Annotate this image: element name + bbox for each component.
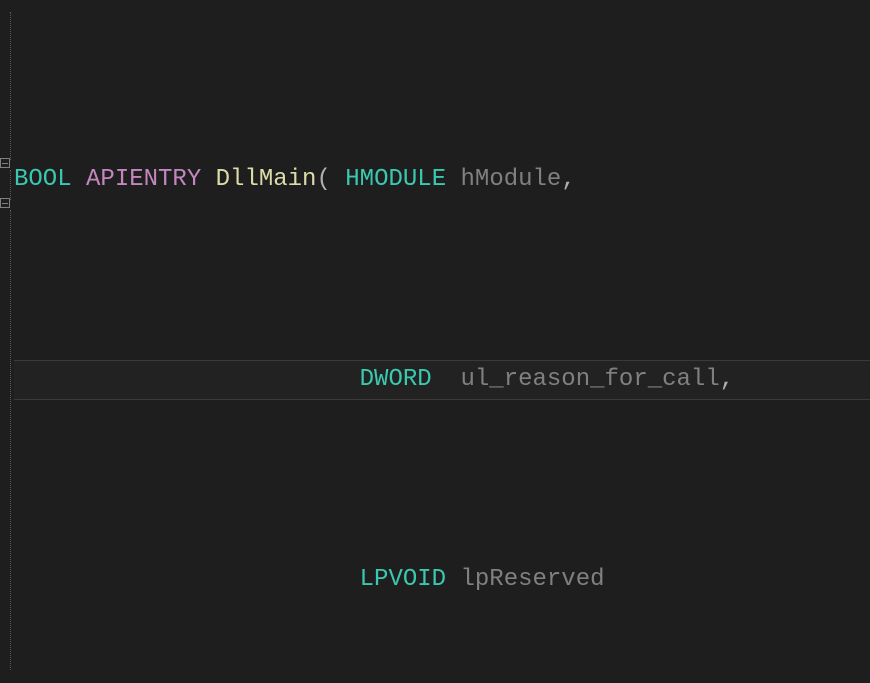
fold-box-icon[interactable] <box>0 158 10 168</box>
code-line[interactable]: DWORD ul_reason_for_call, <box>14 360 870 400</box>
param-token: ul_reason_for_call <box>460 366 719 393</box>
type-token: HMODULE <box>345 166 446 193</box>
param-token: lpReserved <box>460 566 604 593</box>
code-editor[interactable]: BOOL APIENTRY DllMain( HMODULE hModule, … <box>0 0 870 683</box>
type-token: BOOL <box>14 166 72 193</box>
code-area[interactable]: BOOL APIENTRY DllMain( HMODULE hModule, … <box>14 0 870 683</box>
type-token: DWORD <box>360 366 432 393</box>
code-line[interactable]: LPVOID lpReserved <box>14 560 870 600</box>
paren-open: ( <box>316 166 330 193</box>
fold-gutter <box>0 0 14 683</box>
function-name-token: DllMain <box>216 166 317 193</box>
param-token: hModule <box>461 166 562 193</box>
type-token: LPVOID <box>360 566 446 593</box>
comma-token: , <box>561 166 575 193</box>
code-line[interactable]: BOOL APIENTRY DllMain( HMODULE hModule, <box>14 160 870 200</box>
fold-box-icon[interactable] <box>0 198 10 208</box>
modifier-token: APIENTRY <box>86 166 201 193</box>
comma-token: , <box>720 366 734 393</box>
